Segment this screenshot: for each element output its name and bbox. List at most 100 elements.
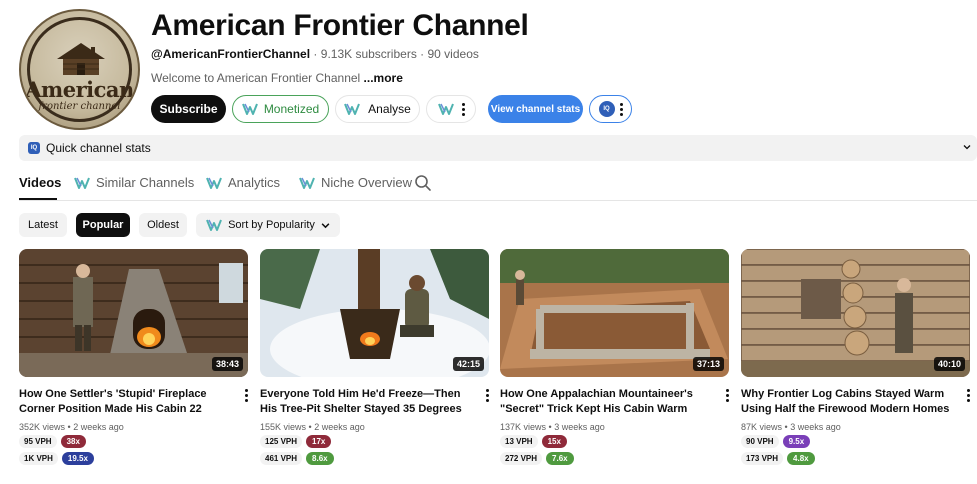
vph-row: 90 VPH 9.5x bbox=[741, 435, 811, 448]
avatar-brand-line1: American bbox=[25, 77, 134, 102]
video-thumbnail[interactable]: 38:43 bbox=[19, 249, 248, 377]
subscriber-count: 9.13K subscribers bbox=[320, 47, 417, 61]
upload-age: 2 weeks ago bbox=[73, 422, 124, 432]
vi-menu-button[interactable] bbox=[426, 95, 476, 123]
vi-logo-icon bbox=[438, 103, 454, 115]
video-card[interactable]: 40:10 Why Frontier Log Cabins Stayed War… bbox=[741, 249, 970, 465]
vi-logo-icon bbox=[206, 219, 222, 231]
vph-row: 461 VPH 8.6x bbox=[260, 452, 334, 465]
description-text: Welcome to American Frontier Channel bbox=[151, 71, 361, 85]
tab-analytics[interactable]: Analytics bbox=[206, 175, 280, 190]
video-menu-icon[interactable] bbox=[486, 389, 489, 402]
video-duration: 37:13 bbox=[692, 357, 724, 371]
channel-tabs: Videos Similar Channels Analytics Niche … bbox=[19, 172, 977, 201]
channel-title: American Frontier Channel bbox=[151, 9, 529, 42]
video-thumbnail[interactable]: 37:13 bbox=[500, 249, 729, 377]
tab-label: Similar Channels bbox=[96, 175, 195, 190]
vph-row: 13 VPH 15x bbox=[500, 435, 567, 448]
filter-popular[interactable]: Popular bbox=[76, 213, 130, 237]
vi-logo-icon bbox=[206, 177, 222, 189]
vi-logo-icon bbox=[74, 177, 90, 189]
view-count: 352K views bbox=[19, 422, 66, 432]
channel-description[interactable]: Welcome to American Frontier Channel ...… bbox=[151, 71, 403, 85]
video-menu-icon[interactable] bbox=[245, 389, 248, 402]
analyse-button[interactable]: Analyse bbox=[335, 95, 420, 123]
vph-badge: 95 VPH bbox=[19, 435, 57, 448]
outlier-badge: 9.5x bbox=[782, 435, 811, 448]
search-icon[interactable] bbox=[414, 174, 432, 192]
upload-age: 2 weeks ago bbox=[314, 422, 365, 432]
video-title[interactable]: How One Appalachian Mountaineer's "Secre… bbox=[500, 387, 710, 417]
view-count: 137K views bbox=[500, 422, 547, 432]
outlier-badge: 15x bbox=[541, 435, 567, 448]
video-title[interactable]: How One Settler's 'Stupid' Fireplace Cor… bbox=[19, 387, 229, 417]
vph-badge: 1K VPH bbox=[19, 452, 58, 465]
view-count: 87K views bbox=[741, 422, 783, 432]
monetized-button[interactable]: Monetized bbox=[232, 95, 329, 123]
cabin-icon bbox=[57, 43, 105, 75]
vi-logo-icon bbox=[242, 103, 258, 115]
outlier-badge: 17x bbox=[306, 435, 332, 448]
video-thumbnail[interactable]: 42:15 bbox=[260, 249, 489, 377]
video-count: 90 videos bbox=[427, 47, 479, 61]
outlier-badge: 4.8x bbox=[787, 452, 815, 465]
vph-badge: 125 VPH bbox=[260, 435, 303, 448]
outlier-badge: 7.6x bbox=[546, 452, 574, 465]
quick-stats-label: Quick channel stats bbox=[46, 141, 151, 155]
view-count: 155K views bbox=[260, 422, 307, 432]
video-meta: 155K views • 2 weeks ago bbox=[260, 422, 365, 432]
tab-label: Analytics bbox=[228, 175, 281, 190]
tab-videos[interactable]: Videos bbox=[19, 175, 61, 190]
channel-handle[interactable]: @AmericanFrontierChannel bbox=[151, 47, 310, 61]
monetized-label: Monetized bbox=[263, 102, 320, 116]
vi-logo-icon bbox=[344, 103, 360, 115]
meta-separator: · bbox=[420, 47, 428, 61]
video-thumbnail[interactable]: 40:10 bbox=[741, 249, 970, 377]
video-title[interactable]: Why Frontier Log Cabins Stayed Warm Usin… bbox=[741, 387, 951, 417]
view-channel-stats-button[interactable]: View channel stats bbox=[488, 95, 583, 123]
video-card[interactable]: 42:15 Everyone Told Him He'd Freeze—Then… bbox=[260, 249, 489, 465]
chevron-down-icon bbox=[963, 145, 971, 150]
vph-row: 95 VPH 38x bbox=[19, 435, 86, 448]
iq-icon: IQ bbox=[28, 142, 40, 154]
upload-age: 3 weeks ago bbox=[554, 422, 605, 432]
channel-avatar[interactable]: American frontier channel bbox=[19, 9, 140, 130]
iq-menu-button[interactable]: IQ bbox=[589, 95, 632, 123]
video-menu-icon[interactable] bbox=[967, 389, 970, 402]
video-duration: 40:10 bbox=[933, 357, 965, 371]
vph-row: 272 VPH 7.6x bbox=[500, 452, 574, 465]
upload-age: 3 weeks ago bbox=[790, 422, 841, 432]
video-duration: 42:15 bbox=[452, 357, 484, 371]
video-title[interactable]: Everyone Told Him He'd Freeze—Then His T… bbox=[260, 387, 470, 417]
vph-badge: 173 VPH bbox=[741, 452, 784, 465]
avatar-brand-line2: frontier channel bbox=[38, 101, 121, 112]
tab-similar-channels[interactable]: Similar Channels bbox=[74, 175, 194, 190]
channel-meta: @AmericanFrontierChannel · 9.13K subscri… bbox=[151, 47, 479, 61]
tab-label: Niche Overview bbox=[321, 175, 413, 190]
video-card[interactable]: 38:43 How One Settler's 'Stupid' Firepla… bbox=[19, 249, 248, 465]
sort-dropdown[interactable]: Sort by Popularity bbox=[196, 213, 340, 237]
vph-badge: 13 VPH bbox=[500, 435, 538, 448]
quick-channel-stats-bar[interactable]: IQ Quick channel stats bbox=[19, 135, 977, 161]
more-vert-icon bbox=[619, 102, 623, 116]
more-link[interactable]: ...more bbox=[364, 71, 403, 85]
outlier-badge: 38x bbox=[60, 435, 86, 448]
outlier-badge: 19.5x bbox=[61, 452, 94, 465]
video-meta: 137K views • 3 weeks ago bbox=[500, 422, 605, 432]
vph-badge: 90 VPH bbox=[741, 435, 779, 448]
vph-badge: 461 VPH bbox=[260, 452, 303, 465]
analyse-label: Analyse bbox=[368, 102, 411, 116]
sort-label: Sort by Popularity bbox=[228, 219, 315, 231]
video-card[interactable]: 37:13 How One Appalachian Mountaineer's … bbox=[500, 249, 729, 465]
meta-separator: · bbox=[313, 47, 321, 61]
subscribe-button[interactable]: Subscribe bbox=[151, 95, 226, 123]
video-meta: 87K views • 3 weeks ago bbox=[741, 422, 841, 432]
tab-niche-overview[interactable]: Niche Overview bbox=[299, 175, 412, 190]
chevron-down-icon bbox=[321, 222, 330, 228]
video-menu-icon[interactable] bbox=[726, 389, 729, 402]
filter-oldest[interactable]: Oldest bbox=[139, 213, 187, 237]
vi-logo-icon bbox=[299, 177, 315, 189]
video-meta: 352K views • 2 weeks ago bbox=[19, 422, 124, 432]
more-vert-icon bbox=[461, 102, 465, 116]
filter-latest[interactable]: Latest bbox=[19, 213, 67, 237]
